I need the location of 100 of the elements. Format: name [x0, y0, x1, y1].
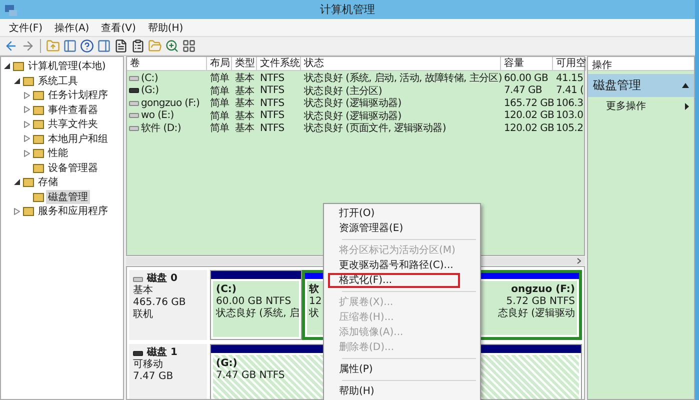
tree-item[interactable]: 计算机管理(本地) [26, 59, 108, 74]
partition-title: (C:) [216, 284, 236, 296]
partition-info: 状态良好 (系统, 启 [216, 308, 300, 320]
table-cell-text: 120.02 GB [503, 110, 553, 121]
document-icon[interactable] [114, 39, 128, 53]
table-cell-text: NTFS [259, 85, 286, 96]
properties-icon[interactable] [131, 39, 145, 53]
zoom-icon[interactable] [165, 39, 179, 53]
disk-name: 磁盘 0 [147, 273, 178, 284]
table-cell-text: NTFS [259, 98, 286, 108]
menu-item[interactable]: 帮助(H) [142, 20, 188, 34]
menu-option[interactable]: 帮助(H) [328, 384, 460, 399]
table-cell-text: 基本 [234, 72, 256, 85]
tree-item[interactable]: 系统工具 [36, 74, 80, 88]
table-cell-text: 120.02 GB [503, 122, 553, 134]
partition-info: 7.47 GB NTFS [216, 370, 285, 382]
table-cell-text: 41.15 [555, 72, 584, 84]
disk-info: 465.76 GB [133, 297, 187, 308]
folder-icon [23, 177, 34, 188]
disk-info: 联机 [133, 309, 154, 321]
table-cell-text: NTFS [259, 110, 286, 121]
table-cell-text: 状态良好 (系统, 启动, 活动, 故障转储, 主分区) [303, 72, 501, 85]
pane-title: 操作 [588, 57, 694, 71]
folder-up-icon[interactable] [46, 39, 60, 53]
table-cell-text: 简单 [209, 84, 230, 98]
partition-info: 状 [309, 308, 319, 320]
column-header[interactable]: 布局 [207, 57, 232, 71]
table-cell-text: 基本 [234, 110, 256, 122]
table-cell-text: 状态良好 (主分区) [303, 84, 383, 98]
table-cell: gongzuo (F:) [141, 98, 200, 108]
column-header[interactable]: 文件系统 [257, 57, 301, 71]
grid-icon[interactable] [182, 39, 196, 53]
menu-item[interactable]: 文件(F) [4, 20, 48, 34]
table-cell-text: 状态良好 (逻辑驱动器) [303, 96, 402, 110]
expanded-arrow-icon[interactable] [14, 179, 20, 186]
disk-info: 7.47 GB [133, 371, 174, 383]
scroll-right-icon[interactable] [577, 258, 581, 264]
expanded-arrow-icon[interactable] [14, 78, 20, 84]
tree-item[interactable]: 磁盘管理 [46, 190, 90, 204]
collapse-arrow-icon [682, 83, 689, 88]
collapsed-arrow-icon[interactable] [14, 208, 20, 215]
table-cell-text: 状态良好 (页面文件, 逻辑驱动器) [303, 122, 447, 135]
menu-option[interactable]: 打开(O) [328, 206, 460, 221]
expanded-arrow-icon[interactable] [4, 63, 10, 70]
table-cell-text: 基本 [234, 84, 256, 98]
table-cell-text: 165.72 GB [503, 98, 553, 108]
table-cell-text: 状态良好 (逻辑驱动器) [303, 110, 402, 122]
tree-item[interactable]: 本地用户和组 [46, 132, 110, 146]
tree-item[interactable]: 任务计划程序 [46, 88, 110, 102]
table-cell-text: 简单 [209, 96, 230, 110]
tree-item[interactable]: 存储 [36, 175, 60, 190]
table-cell: wo (E:) [141, 110, 174, 121]
folder-icon [23, 76, 34, 86]
menu-option[interactable]: 资源管理器(E) [328, 221, 460, 236]
menu-option[interactable]: 属性(P) [328, 362, 460, 377]
table-cell-text: 106.3 [555, 98, 584, 108]
submenu-arrow-icon [685, 102, 689, 110]
tree-item[interactable]: 性能 [46, 146, 70, 160]
partition-block[interactable]: (C:) 60.00 GB NTFS 状态良好 (系统, 启 [210, 270, 302, 340]
table-cell-text: NTFS [259, 122, 286, 134]
tree-item[interactable]: 设备管理器 [46, 160, 100, 175]
forward-arrow-icon[interactable] [21, 39, 35, 53]
table-cell: (C:) [141, 72, 158, 84]
column-header[interactable]: 可用空 [553, 57, 586, 71]
column-header[interactable]: 状态 [301, 57, 501, 71]
folder-icon [33, 134, 44, 144]
tree-item[interactable]: 服务和应用程序 [36, 204, 110, 218]
column-header[interactable]: 类型 [232, 57, 257, 71]
table-cell-text: 基本 [234, 122, 256, 135]
partition-title: (G:) [216, 358, 238, 370]
folder-icon [33, 119, 44, 130]
menu-option[interactable]: 更改驱动器号和路径(C)... [328, 258, 460, 273]
table-cell-text: 基本 [234, 96, 256, 110]
tree-item[interactable]: 共享文件夹 [46, 117, 100, 132]
menu-item[interactable]: 查看(V) [96, 20, 141, 34]
folder-icon [33, 192, 44, 202]
partition-info: 态良好 (逻辑驱动 [498, 308, 575, 320]
help-icon[interactable] [80, 39, 94, 53]
menu-option[interactable]: 格式化(F)... [328, 273, 460, 288]
folder-icon [23, 206, 34, 216]
table-cell-text: 软件 (D:) [141, 122, 181, 135]
table-cell-text: 105.2 [555, 122, 584, 134]
tree-item[interactable]: 事件查看器 [46, 102, 100, 117]
action-item[interactable]: 更多操作 [588, 97, 694, 115]
partition-info: 5.72 GB NTFS [506, 296, 575, 308]
app-icon [4, 2, 18, 16]
panel-icon[interactable] [63, 39, 77, 53]
folder-icon [33, 104, 44, 115]
partition-title: 软 [309, 284, 319, 296]
folder-icon [33, 90, 44, 100]
partition-title: ongzuo (F:) [511, 284, 575, 296]
table-cell-text: 7.47 GB [503, 85, 543, 96]
column-header[interactable]: 卷 [127, 57, 207, 71]
disk-info: 可移动 [133, 359, 164, 371]
panel-icon[interactable] [97, 39, 111, 53]
column-header[interactable]: 容量 [501, 57, 553, 71]
section-header[interactable]: 磁盘管理 [588, 74, 694, 97]
menu-item[interactable]: 操作(A) [50, 20, 94, 34]
partition-info: 12 [309, 296, 322, 308]
table-cell-text: 7.41 ( [555, 85, 585, 96]
